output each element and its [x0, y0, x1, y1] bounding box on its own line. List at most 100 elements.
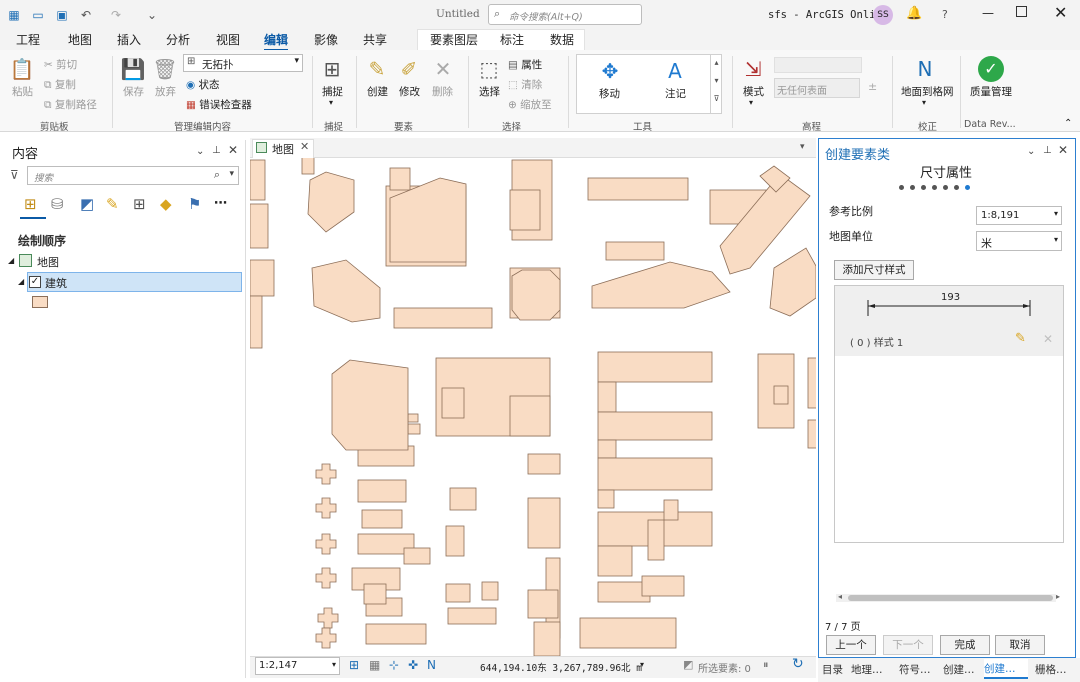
annotate-button[interactable]: 注记 — [665, 86, 686, 101]
close-pane-icon[interactable]: ✕ — [228, 143, 238, 157]
building-footprint[interactable] — [597, 457, 713, 491]
building-footprint[interactable] — [511, 269, 561, 321]
drawing-order-icon[interactable]: ⊞ — [24, 195, 37, 213]
building-footprint[interactable] — [641, 575, 685, 597]
scroll-left-icon[interactable]: ◂ — [838, 592, 842, 601]
pane-tab-create-features[interactable]: 创建… — [943, 662, 975, 677]
topology-select[interactable]: ⊞ 无拓扑 ▾ — [183, 54, 303, 72]
correction-icon[interactable]: ✜ — [408, 658, 418, 672]
building-footprint[interactable] — [527, 453, 561, 475]
building-footprint[interactable] — [407, 413, 419, 423]
building-footprint[interactable] — [481, 581, 499, 601]
redo-icon[interactable]: ↷ — [108, 7, 124, 23]
previous-button[interactable]: 上一个 — [826, 635, 876, 655]
building-footprint[interactable] — [407, 423, 421, 435]
building-footprint[interactable] — [331, 359, 409, 451]
quality-management-button[interactable]: 质量管理 — [970, 84, 1012, 99]
building-footprint[interactable] — [393, 307, 493, 329]
tab-edit[interactable]: 编辑 — [264, 31, 289, 51]
chevron-down-icon[interactable]: ▾ — [640, 660, 644, 669]
editing-view-icon[interactable]: ✎ — [106, 195, 119, 213]
building-footprint[interactable] — [527, 497, 561, 549]
create-button[interactable]: 创建 — [367, 84, 388, 99]
scroll-right-icon[interactable]: ▸ — [1056, 592, 1060, 601]
maximize-icon[interactable] — [1016, 6, 1027, 17]
constraints-icon[interactable]: ⊹ — [389, 658, 399, 672]
finish-button[interactable]: 完成 — [940, 635, 990, 655]
building-footprint[interactable] — [773, 385, 789, 405]
building-footprint[interactable] — [605, 241, 665, 261]
clear-button[interactable]: 清除 — [521, 79, 542, 91]
bell-icon[interactable]: 🔔 — [906, 6, 922, 21]
building-footprint[interactable] — [591, 261, 731, 309]
attributes-button[interactable]: 属性 — [521, 59, 542, 71]
scrollbar-thumb[interactable] — [848, 595, 1053, 601]
layer-name[interactable]: 建筑 — [45, 275, 67, 291]
building-footprint[interactable] — [449, 487, 477, 511]
error-inspector-button[interactable]: 错误检查器 — [199, 99, 252, 111]
tab-map[interactable]: 地图 — [68, 31, 92, 48]
building-footprint[interactable] — [533, 621, 561, 656]
building-footprint[interactable] — [663, 499, 679, 521]
save-icon[interactable]: ▣ — [54, 7, 70, 23]
elevation-field[interactable] — [774, 57, 862, 73]
pane-tab-symbology[interactable]: 符号… — [899, 662, 931, 677]
building-footprint[interactable] — [357, 479, 407, 503]
building-footprint[interactable] — [445, 583, 471, 603]
delete-button[interactable]: 删除 — [432, 84, 453, 99]
symbology-view-icon[interactable]: ⚑ — [188, 195, 201, 213]
building-footprint[interactable] — [315, 533, 337, 555]
building-footprint[interactable] — [579, 617, 677, 649]
gallery-scroll[interactable]: ▴ ▾ ⊽ — [710, 54, 722, 114]
tab-data[interactable]: 数据 — [550, 31, 574, 48]
paste-button[interactable]: 粘贴 — [12, 84, 33, 99]
tab-imagery[interactable]: 影像 — [314, 31, 338, 48]
building-footprint[interactable] — [527, 589, 559, 619]
scale-select[interactable]: 1:2,147 ▾ — [255, 657, 340, 675]
building-footprint[interactable] — [361, 509, 403, 529]
save-edits-button[interactable]: 保存 — [123, 84, 144, 99]
building-footprint[interactable] — [597, 381, 617, 413]
map-canvas[interactable] — [250, 138, 816, 656]
building-footprint[interactable] — [807, 357, 816, 409]
collapse-layer-icon[interactable]: ◢ — [18, 277, 24, 286]
building-footprint[interactable] — [389, 167, 411, 191]
tab-view[interactable]: 视图 — [216, 31, 240, 48]
building-footprint[interactable] — [597, 439, 617, 459]
building-footprint[interactable] — [441, 387, 465, 419]
cancel-button[interactable]: 取消 — [995, 635, 1045, 655]
pane-tab-raster[interactable]: 栅格… — [1035, 662, 1067, 677]
chevron-down-icon[interactable]: ▾ — [329, 98, 333, 107]
account-name[interactable]: sfs - ArcGIS Online — [768, 9, 888, 21]
tab-labeling[interactable]: 标注 — [500, 31, 524, 48]
selection-view-icon[interactable]: ◩ — [80, 195, 94, 213]
copy-button[interactable]: 复制 — [55, 79, 76, 91]
tab-feature-layer[interactable]: 要素图层 — [430, 31, 478, 48]
reference-scale-select[interactable]: 1:8,191 ▾ — [976, 206, 1062, 225]
pin-icon[interactable]: ⊥ — [212, 145, 221, 156]
map-node-label[interactable]: 地图 — [37, 254, 59, 270]
command-search[interactable]: ⌕ 命令搜索(Alt+Q) — [488, 4, 642, 25]
help-icon[interactable]: ? — [942, 8, 948, 21]
building-footprint[interactable] — [311, 259, 381, 323]
cut-button[interactable]: 剪切 — [56, 59, 77, 71]
pane-tab-geoprocessing[interactable]: 地理… — [851, 662, 883, 677]
modify-button[interactable]: 修改 — [399, 84, 420, 99]
contents-search-input[interactable]: 搜索 ⌕ ▾ — [27, 166, 239, 185]
copy-path-button[interactable]: 复制路径 — [55, 99, 97, 111]
map-view[interactable] — [250, 138, 816, 656]
snapping-view-icon[interactable]: ⊞ — [133, 195, 146, 213]
customize-icon[interactable]: ⌄ — [144, 7, 160, 23]
next-button[interactable]: 下一个 — [883, 635, 933, 655]
building-footprint[interactable] — [807, 419, 816, 449]
building-footprint[interactable] — [315, 567, 337, 589]
building-footprint[interactable] — [587, 177, 689, 201]
pane-options-icon[interactable]: ⌄ — [1027, 146, 1035, 157]
tab-analysis[interactable]: 分析 — [166, 31, 190, 48]
building-footprint[interactable] — [597, 489, 615, 509]
chevron-down-icon[interactable]: ▾ — [922, 98, 926, 107]
open-icon[interactable]: ▭ — [30, 7, 46, 23]
building-footprint[interactable] — [250, 295, 263, 349]
more-views-icon[interactable]: ⋯ — [214, 196, 227, 211]
building-footprint[interactable] — [509, 189, 541, 231]
